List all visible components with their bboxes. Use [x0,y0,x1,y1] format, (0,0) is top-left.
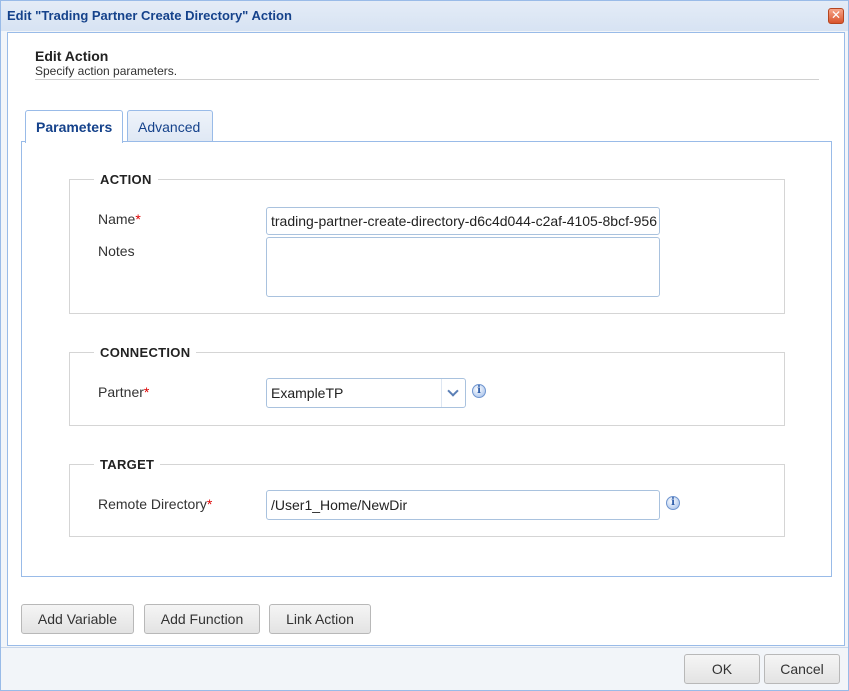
section-header-title: Edit Action [35,48,109,64]
dialog-titlebar[interactable]: Edit "Trading Partner Create Directory" … [1,1,848,31]
ok-button[interactable]: OK [684,654,760,684]
chevron-down-icon[interactable] [441,379,465,407]
partner-select[interactable]: ExampleTP [266,378,466,408]
dialog-title: Edit "Trading Partner Create Directory" … [7,8,292,23]
tab-advanced[interactable]: Advanced [127,110,213,142]
partner-info-icon[interactable]: i [472,384,486,398]
name-input[interactable]: trading-partner-create-directory-d6c4d04… [266,207,660,235]
action-fieldset: ACTION Name* trading-partner-create-dire… [69,172,785,314]
dialog-footer: OK Cancel [1,647,848,690]
add-function-button[interactable]: Add Function [144,604,260,634]
partner-select-value: ExampleTP [271,385,344,401]
notes-label: Notes [98,243,135,259]
dialog-body: Edit Action Specify action parameters. P… [7,32,845,646]
add-variable-button[interactable]: Add Variable [21,604,134,634]
connection-legend: CONNECTION [100,345,191,360]
remote-directory-label: Remote Directory* [98,496,213,512]
name-label: Name* [98,211,141,227]
remote-directory-input[interactable]: /User1_Home/NewDir [266,490,660,520]
edit-action-dialog: Edit "Trading Partner Create Directory" … [0,0,849,691]
target-fieldset: TARGET Remote Directory* /User1_Home/New… [69,457,785,537]
header-divider [35,79,819,80]
required-marker: * [135,211,141,227]
notes-textarea[interactable] [266,237,660,297]
target-legend: TARGET [100,457,155,472]
link-action-button[interactable]: Link Action [269,604,371,634]
connection-fieldset: CONNECTION Partner* ExampleTP i [69,345,785,426]
action-legend: ACTION [100,172,152,187]
tab-parameters[interactable]: Parameters [25,110,123,143]
required-marker: * [206,496,213,512]
remote-directory-info-icon[interactable]: i [666,496,680,510]
partner-label: Partner* [98,384,150,400]
cancel-button[interactable]: Cancel [764,654,840,684]
parameters-tab-panel: ACTION Name* trading-partner-create-dire… [21,141,832,577]
close-icon[interactable]: ✕ [828,8,844,24]
required-marker: * [143,384,150,400]
section-header-subtitle: Specify action parameters. [35,64,178,78]
